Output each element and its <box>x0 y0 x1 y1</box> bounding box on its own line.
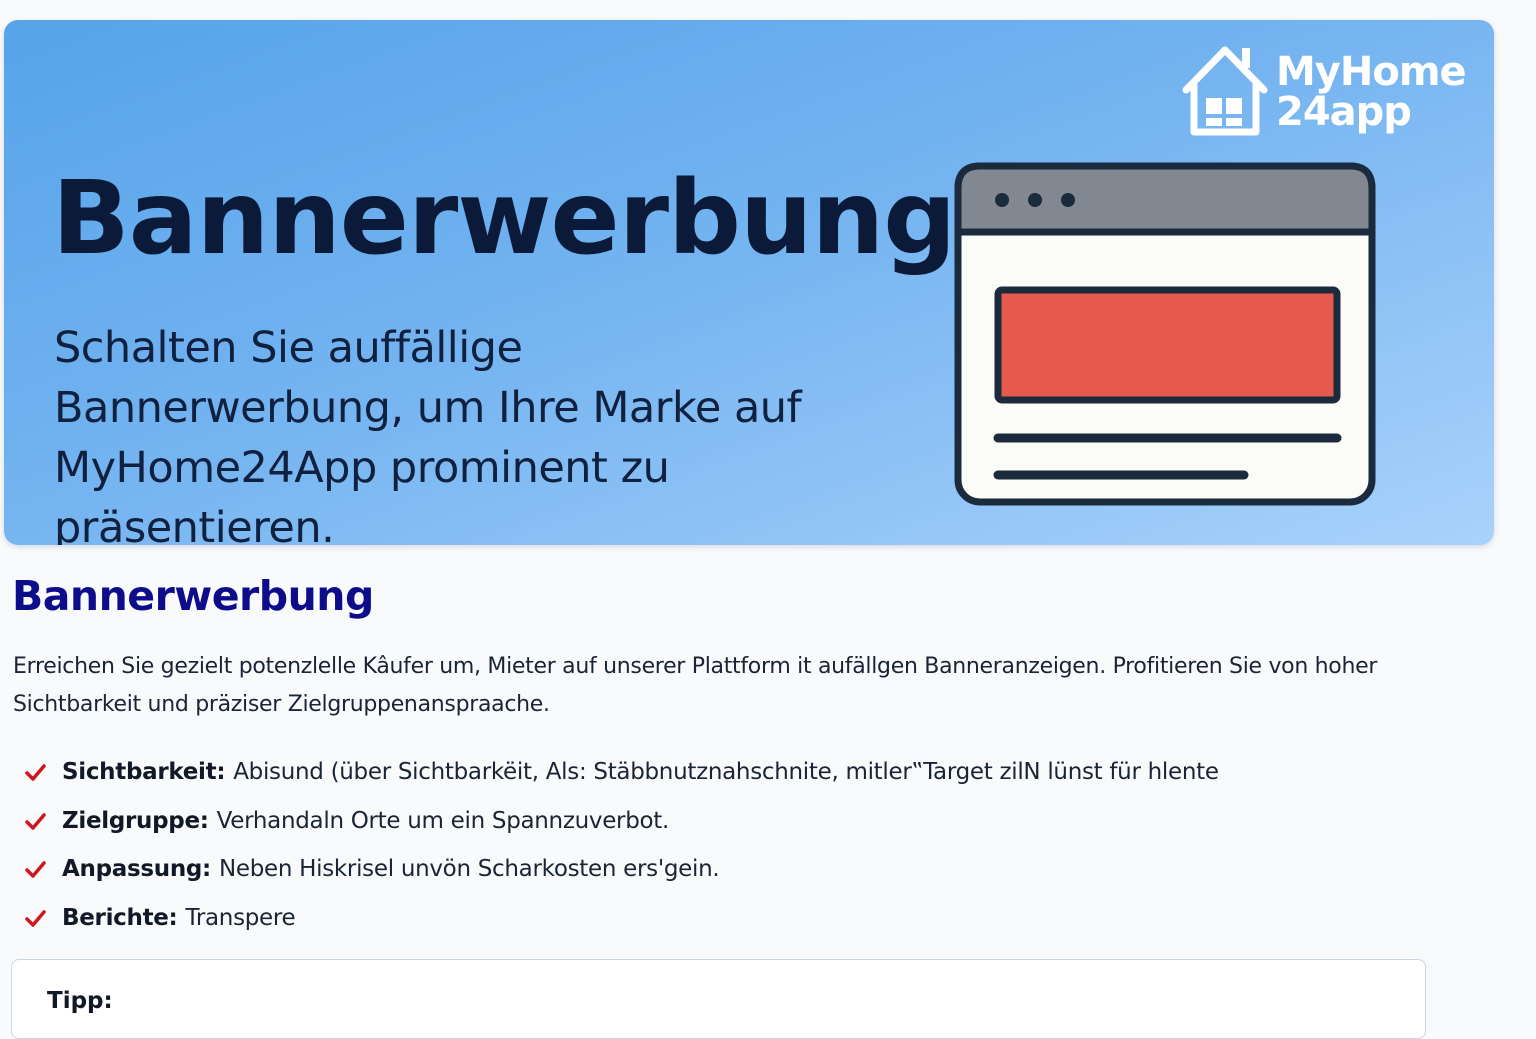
browser-window-banner-icon <box>954 162 1376 506</box>
feature-list: Sichtbarkeit: Abisund (über Sichtbarkëit… <box>24 748 1264 942</box>
hero-title: Bannerwerbung <box>52 159 956 278</box>
checkmark-icon <box>25 764 46 781</box>
feature-label: Anpassung: <box>62 856 211 883</box>
feature-text: Transpere <box>185 904 296 931</box>
list-item: Zielgruppe: Verhandaln Orte um ein Spann… <box>24 797 1264 846</box>
checkmark-icon <box>25 813 46 830</box>
checkmark-icon <box>25 910 46 927</box>
hero-banner: Bannerwerbung Schalten Sie auffällige Ba… <box>4 20 1494 545</box>
list-item: Berichte: Transpere <box>24 894 1264 943</box>
intro-text: Erreichen Sie gezielt potenzlelle Kâufer… <box>13 654 1378 717</box>
checkmark-icon <box>25 861 46 878</box>
feature-label: Sichtbarkeit: <box>62 759 226 786</box>
house-window-icon <box>1182 46 1268 136</box>
list-item: Anpassung: Neben Hiskrisel unvön Scharko… <box>24 845 1264 894</box>
tip-card: Tipp: <box>11 959 1426 1039</box>
brand-logo[interactable]: MyHome 24app <box>1180 42 1480 138</box>
feature-label: Berichte: <box>62 904 178 931</box>
feature-text: Neben Hiskrisel unvön Scharkosten ers'ge… <box>218 856 720 883</box>
tip-title: Tipp: <box>47 988 113 1014</box>
hero-subtitle: Schalten Sie auffällige Bannerwerbung, u… <box>54 323 802 545</box>
feature-text: Abisund (über Sichtbarkëit, Als: Stäbbnu… <box>233 759 1219 786</box>
list-item: Sichtbarkeit: Abisund (über Sichtbarkëit… <box>24 748 1264 797</box>
section-title: Bannerwerbung <box>12 572 374 620</box>
feature-text: Verhandaln Orte um ein Spannzuverbot. <box>216 807 670 834</box>
brand-name: MyHome 24app <box>1276 49 1467 135</box>
feature-label: Zielgruppe: <box>62 807 209 834</box>
